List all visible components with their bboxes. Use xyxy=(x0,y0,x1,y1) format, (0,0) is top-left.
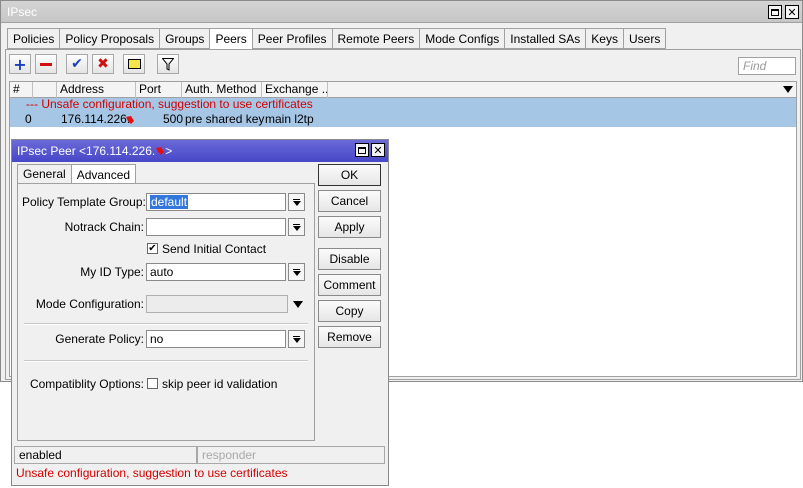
find-input[interactable]: Find xyxy=(738,57,796,75)
enable-button[interactable]: ✔ xyxy=(66,54,88,74)
col-port[interactable]: Port xyxy=(136,82,182,98)
tab-remote-peers[interactable]: Remote Peers xyxy=(331,28,420,49)
table-header: # Address Port Auth. Method Exchange ... xyxy=(10,82,796,98)
col-flags[interactable] xyxy=(33,82,57,98)
my-id-type-select[interactable]: auto xyxy=(146,263,286,281)
col-auth-method[interactable]: Auth. Method xyxy=(182,82,262,98)
col-number[interactable]: # xyxy=(10,82,33,98)
dropdown-bar-icon xyxy=(293,268,300,270)
add-icon: + xyxy=(13,54,27,74)
dropdown-bar-icon xyxy=(293,198,300,200)
dialog-titlebar[interactable]: IPsec Peer <176.114.226. > ✕ xyxy=(12,140,388,162)
compatibility-options-label: Compatiblity Options: xyxy=(29,377,144,391)
redaction-mark-icon xyxy=(156,147,165,155)
advanced-form: Policy Template Group: default Notrack C… xyxy=(17,183,315,441)
chevron-down-icon xyxy=(292,337,301,343)
ipsec-titlebar[interactable]: IPsec ✕ xyxy=(1,1,802,23)
send-initial-contact-label[interactable]: Send Initial Contact xyxy=(162,242,266,256)
tab-keys[interactable]: Keys xyxy=(585,28,623,49)
mode-configuration-dropdown-icon[interactable] xyxy=(293,301,303,308)
tab-installed-sas[interactable]: Installed SAs xyxy=(504,28,586,49)
ipsec-peer-dialog: IPsec Peer <176.114.226. > ✕ General Adva… xyxy=(11,139,389,486)
chevron-down-icon xyxy=(292,270,301,276)
close-icon: ✕ xyxy=(787,5,797,19)
tab-peers[interactable]: Peers xyxy=(209,28,252,50)
tab-mode-configs[interactable]: Mode Configs xyxy=(419,28,505,49)
maximize-button[interactable] xyxy=(768,5,782,19)
cancel-button[interactable]: Cancel xyxy=(318,190,381,212)
filter-button[interactable] xyxy=(157,54,179,74)
skip-peer-id-validation-label[interactable]: skip peer id validation xyxy=(162,377,277,391)
tab-policies[interactable]: Policies xyxy=(7,28,60,49)
chevron-down-icon xyxy=(292,200,301,206)
add-button[interactable]: + xyxy=(9,54,31,74)
status-warning: Unsafe configuration, suggestion to use … xyxy=(16,466,288,480)
copy-button[interactable]: Copy xyxy=(318,300,381,322)
table-row[interactable]: 0 176.114.226. 500 pre shared key main l… xyxy=(10,112,796,127)
tab-users[interactable]: Users xyxy=(622,28,667,49)
skip-peer-id-validation-checkbox[interactable] xyxy=(147,378,158,389)
dialog-close-button[interactable]: ✕ xyxy=(371,143,385,157)
warning-row[interactable]: --- Unsafe configuration, suggestion to … xyxy=(10,98,796,112)
row-auth-method: pre shared key xyxy=(185,112,265,126)
my-id-type-dropdown[interactable] xyxy=(288,263,305,281)
ipsec-tabs: Policies Policy Proposals Groups Peers P… xyxy=(7,28,667,50)
close-button[interactable]: ✕ xyxy=(785,5,799,19)
comment-button[interactable] xyxy=(123,54,145,74)
window-title: IPsec xyxy=(7,5,38,19)
maximize-icon xyxy=(358,146,366,154)
remove-icon xyxy=(40,62,52,66)
row-address: 176.114.226. xyxy=(61,112,131,126)
generate-policy-select[interactable]: no xyxy=(146,330,286,348)
separator xyxy=(24,360,308,362)
redaction-mark-icon xyxy=(126,116,134,124)
tab-peer-profiles[interactable]: Peer Profiles xyxy=(251,28,332,49)
tab-policy-proposals[interactable]: Policy Proposals xyxy=(59,28,160,49)
tab-advanced[interactable]: Advanced xyxy=(70,164,137,185)
col-address[interactable]: Address xyxy=(57,82,136,98)
comment-button[interactable]: Comment xyxy=(318,274,381,296)
dropdown-bar-icon xyxy=(293,335,300,337)
row-number: 0 xyxy=(25,112,32,126)
policy-template-group-dropdown[interactable] xyxy=(288,193,305,211)
disable-button[interactable]: ✖ xyxy=(92,54,114,74)
generate-policy-label: Generate Policy: xyxy=(55,332,144,346)
tab-groups[interactable]: Groups xyxy=(159,28,210,49)
row-exchange: main l2tp xyxy=(265,112,314,126)
mode-configuration-select[interactable] xyxy=(146,295,288,313)
policy-template-group-label: Policy Template Group: xyxy=(22,195,146,209)
disable-icon: ✖ xyxy=(97,56,109,72)
policy-template-group-select[interactable]: default xyxy=(146,193,286,211)
comment-icon xyxy=(127,59,141,69)
col-exchange[interactable]: Exchange ... xyxy=(262,82,328,98)
remove-button[interactable] xyxy=(35,54,57,74)
maximize-icon xyxy=(771,8,779,16)
notrack-chain-input[interactable] xyxy=(146,218,286,236)
filter-icon xyxy=(162,57,174,71)
ok-button[interactable]: OK xyxy=(318,164,381,186)
close-icon: ✕ xyxy=(373,143,383,157)
separator xyxy=(24,323,308,325)
notrack-chain-dropdown[interactable] xyxy=(288,218,305,236)
mode-configuration-label: Mode Configuration: xyxy=(35,297,144,311)
enable-icon: ✔ xyxy=(71,56,83,72)
row-port: 500 xyxy=(163,112,184,126)
chevron-down-icon xyxy=(292,225,301,231)
tab-general[interactable]: General xyxy=(17,164,71,184)
generate-policy-dropdown[interactable] xyxy=(288,330,305,348)
notrack-chain-label: Notrack Chain: xyxy=(64,220,144,234)
dialog-title: IPsec Peer <176.114.226. > xyxy=(17,144,173,158)
my-id-type-label: My ID Type: xyxy=(80,265,144,279)
remove-button[interactable]: Remove xyxy=(318,326,381,348)
dropdown-bar-icon xyxy=(293,223,300,225)
status-enabled: enabled xyxy=(14,446,197,464)
dialog-tabs: General Advanced xyxy=(17,164,137,185)
dialog-maximize-button[interactable] xyxy=(355,143,369,157)
send-initial-contact-checkbox[interactable]: ✔ xyxy=(147,243,158,254)
status-role: responder xyxy=(197,446,385,464)
apply-button[interactable]: Apply xyxy=(318,216,381,238)
disable-button[interactable]: Disable xyxy=(318,248,381,270)
column-menu-icon[interactable] xyxy=(783,86,793,93)
